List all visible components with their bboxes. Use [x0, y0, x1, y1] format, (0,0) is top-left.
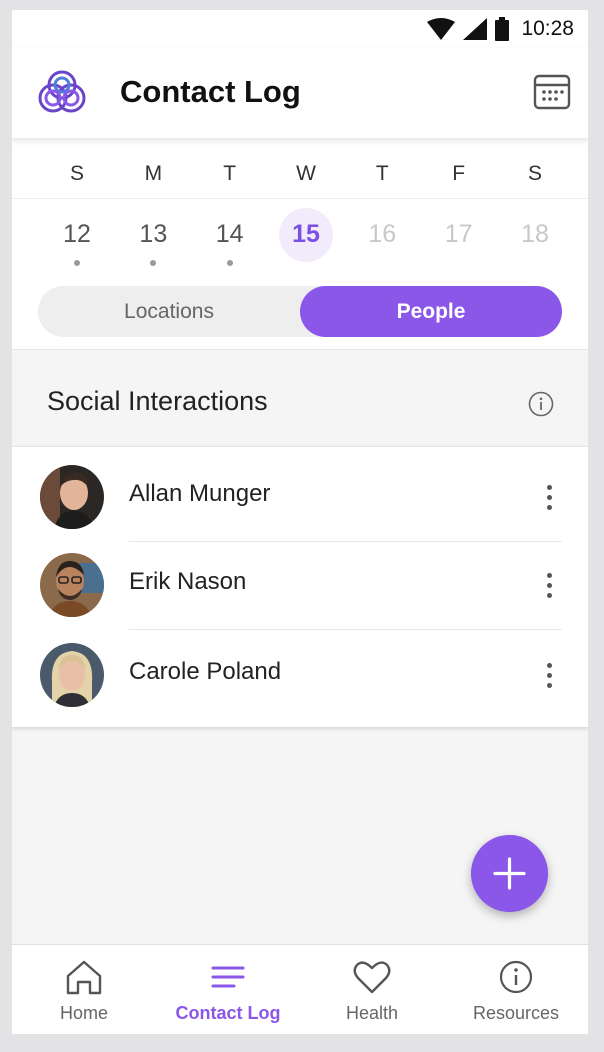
nav-label: Contact Log [175, 1003, 281, 1023]
people-list: Allan Munger Erik Nason Carole Poland [12, 446, 588, 727]
list-item[interactable]: Carole Poland [12, 625, 588, 713]
week-strip: S M T W T F S 12 13 14 15 16 17 18 [12, 138, 588, 273]
day-number[interactable]: 13 [126, 208, 180, 262]
nav-label: Resources [472, 1003, 560, 1023]
nav-item-health[interactable]: Health [300, 945, 444, 1034]
day-letters-row: S M T W T F S [40, 162, 572, 186]
day-letter: M [144, 162, 163, 185]
nav-label: Home [59, 1003, 108, 1023]
day-letter: S [69, 162, 84, 185]
calendar-icon[interactable] [532, 72, 572, 112]
bottom-nav: Home Contact Log Health Resources [12, 944, 588, 1034]
list-icon [211, 966, 245, 988]
day-number[interactable]: 14 [203, 208, 257, 262]
day-cell: 15 [269, 208, 343, 264]
day-number-selected[interactable]: 15 [278, 208, 333, 262]
phone-screen: 10:28 Contact Log S M T W T F S 12 13 14… [12, 10, 588, 1034]
heart-icon [353, 961, 391, 994]
section-header: Social Interactions [12, 350, 588, 446]
segmented-control: Locations People [38, 286, 562, 337]
more-options-icon[interactable] [536, 479, 562, 515]
day-cell: 12 [40, 208, 114, 266]
nav-item-home[interactable]: Home [12, 945, 156, 1034]
nav-item-contact-log[interactable]: Contact Log [156, 945, 300, 1034]
avatar [40, 643, 104, 707]
info-icon [499, 960, 533, 994]
add-button[interactable] [471, 835, 548, 912]
signal-icon [463, 18, 488, 40]
list-item[interactable]: Erik Nason [12, 535, 588, 623]
day-number: 17 [444, 220, 473, 248]
day-cell: 16 [345, 208, 419, 264]
day-letter: S [527, 162, 542, 185]
more-options-icon[interactable] [536, 567, 562, 603]
battery-icon [495, 17, 510, 41]
day-letter: T [223, 162, 237, 185]
person-name: Allan Munger [129, 480, 271, 507]
day-number[interactable]: 12 [50, 208, 104, 262]
segment-container: Locations People [12, 272, 588, 350]
activity-dot [150, 260, 157, 266]
status-time: 10:28 [521, 17, 574, 40]
info-icon[interactable] [528, 391, 554, 417]
page-title: Contact Log [120, 74, 301, 109]
week-divider [12, 198, 588, 199]
nav-label: Health [345, 1003, 399, 1023]
day-number: 18 [521, 220, 549, 248]
day-cell: 13 [116, 208, 190, 266]
avatar [40, 465, 104, 529]
day-letter: T [375, 162, 389, 185]
list-item[interactable]: Allan Munger [12, 447, 588, 535]
person-name: Erik Nason [129, 568, 247, 595]
day-cell: 17 [422, 208, 496, 264]
nav-item-resources[interactable]: Resources [444, 945, 588, 1034]
day-numbers-row: 12 13 14 15 16 17 18 [40, 208, 572, 266]
avatar [40, 553, 104, 617]
activity-dot [74, 260, 80, 266]
more-options-icon[interactable] [536, 657, 562, 693]
day-cell: 14 [193, 208, 267, 266]
activity-dot [226, 260, 233, 266]
tab-people[interactable]: People [300, 286, 562, 337]
day-cell: 18 [498, 208, 572, 264]
day-number: 16 [368, 220, 397, 248]
section-title: Social Interactions [47, 386, 268, 416]
tab-locations[interactable]: Locations [38, 286, 300, 337]
wifi-icon [427, 18, 456, 40]
app-bar: Contact Log [12, 48, 588, 138]
status-bar: 10:28 [12, 10, 588, 48]
home-icon [66, 960, 102, 995]
person-name: Carole Poland [129, 658, 282, 685]
app-logo-icon [38, 70, 86, 113]
day-letter: W [296, 162, 316, 185]
status-icons: 10:28 [427, 15, 574, 43]
day-letter: F [452, 162, 466, 185]
